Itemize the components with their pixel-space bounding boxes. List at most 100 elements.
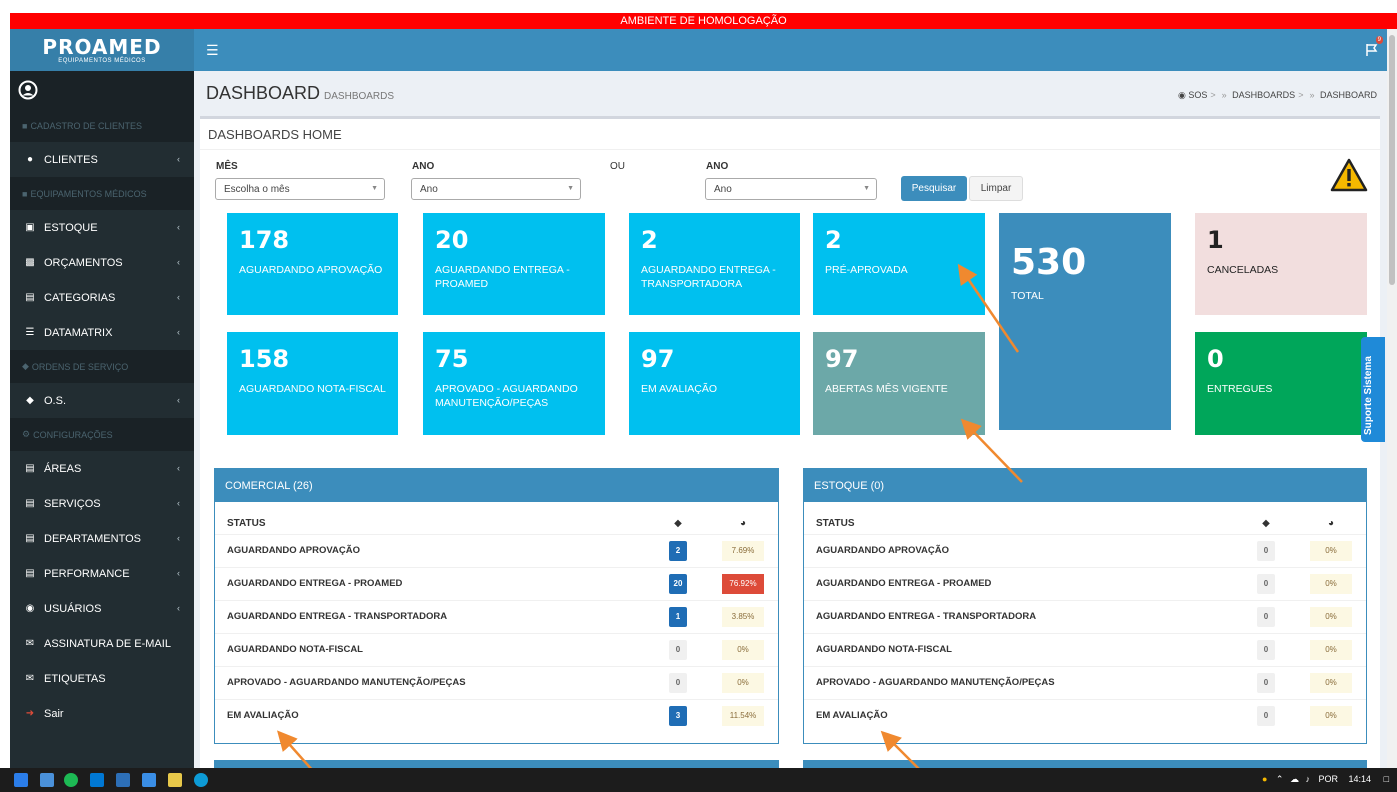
system-tray: ● ⌃ ☁ ♪ POR 14:14 □ [1262, 774, 1389, 785]
tile-label: AGUARDANDO ENTREGA - PROAMED [435, 264, 570, 290]
app-icon[interactable] [116, 773, 130, 787]
ano-select[interactable]: Ano ▼ [411, 178, 581, 200]
chevron-up-icon[interactable]: ⌃ [1276, 774, 1284, 784]
chevron-left-icon: ‹ [177, 603, 180, 613]
sidebar-item-departamentos[interactable]: ▤ DEPARTAMENTOS ‹ [10, 521, 194, 556]
tray-clock[interactable]: 14:14 [1349, 774, 1372, 784]
tile-number: 530 [1011, 242, 1087, 283]
count-badge: 0 [1257, 573, 1275, 594]
tile-total[interactable]: 530 TOTAL [999, 213, 1171, 430]
mes-select[interactable]: Escolha o mês ▼ [215, 178, 385, 200]
tile-label: EM AVALIAÇÃO [641, 383, 718, 395]
tile-number: 20 [435, 226, 469, 254]
sidebar-item-etiquetas[interactable]: ✉ ETIQUETAS [10, 661, 194, 696]
sidebar-item-servicos[interactable]: ▤ SERVIÇOS ‹ [10, 486, 194, 521]
page-scrollbar[interactable] [1387, 29, 1397, 768]
list-icon: ▤ [25, 533, 35, 544]
pie-chart-icon: ◕ [1327, 517, 1335, 529]
tile-em-avaliacao[interactable]: 97 EM AVALIAÇÃO [629, 332, 800, 435]
tile-aguardando-entrega-transportadora[interactable]: 2 AGUARDANDO ENTREGA - TRANSPORTADORA [629, 213, 800, 315]
user-panel[interactable] [10, 71, 194, 109]
sidebar-item-os[interactable]: ◆ O.S. ‹ [10, 383, 194, 418]
environment-banner-text: AMBIENTE DE HOMOLOGAÇÃO [10, 13, 1397, 29]
comercial-panel: COMERCIAL (26) STATUS ◆ ◕ AGUARDANDO APR… [214, 468, 779, 744]
count-badge: 0 [1257, 639, 1275, 660]
table-row[interactable]: AGUARDANDO APROVAÇÃO 2 7.69% [215, 533, 778, 567]
sidebar-item-categorias[interactable]: ▤ CATEGORIAS ‹ [10, 280, 194, 315]
tile-aprovado-aguardando-manutencao[interactable]: 75 APROVADO - AGUARDANDO MANUTENÇÃO/PEÇA… [423, 332, 605, 435]
sidebar-item-estoque[interactable]: ▣ ESTOQUE ‹ [10, 210, 194, 245]
tile-aguardando-entrega-proamed[interactable]: 20 AGUARDANDO ENTREGA - PROAMED [423, 213, 605, 315]
support-tab[interactable]: Suporte Sistema [1361, 337, 1385, 442]
tag-icon: ◆ [26, 395, 34, 406]
tag-small-icon: ◆ [22, 361, 29, 371]
filter-ano2-label: ANO [706, 161, 729, 172]
tile-abertas-mes-vigente[interactable]: 97 ABERTAS MÊS VIGENTE [813, 332, 985, 435]
table-row[interactable]: AGUARDANDO APROVAÇÃO 0 0% [804, 533, 1366, 567]
table-row[interactable]: APROVADO - AGUARDANDO MANUTENÇÃO/PEÇAS 0 0… [804, 665, 1366, 699]
menu-toggle-icon[interactable]: ☰ [206, 42, 219, 59]
percent-badge: 0% [1310, 540, 1352, 561]
table-row[interactable]: EM AVALIAÇÃO 3 11.54% [215, 698, 778, 732]
table-row[interactable]: AGUARDANDO NOTA-FISCAL 0 0% [215, 632, 778, 666]
sidebar-item-performance[interactable]: ▤ PERFORMANCE ‹ [10, 556, 194, 591]
tile-label: AGUARDANDO APROVAÇÃO [239, 264, 383, 276]
breadcrumb-item[interactable]: SOS [1188, 90, 1207, 100]
sidebar: PROAMED EQUIPAMENTOS MÉDICOS ■ CADASTRO D… [10, 29, 194, 768]
barcode-icon: ☰ [25, 327, 35, 338]
brand-logo[interactable]: PROAMED EQUIPAMENTOS MÉDICOS [10, 29, 194, 71]
speaker-icon[interactable]: ♪ [1305, 774, 1310, 784]
table-header: STATUS ◆ ◕ [215, 512, 778, 534]
tile-canceladas[interactable]: 1 CANCELADAS [1195, 213, 1367, 315]
breadcrumb-item[interactable]: DASHBOARDS [1232, 90, 1295, 100]
ano2-select[interactable]: Ano ▼ [705, 178, 877, 200]
sidebar-item-usuarios[interactable]: ◉ USUÁRIOS ‹ [10, 591, 194, 626]
sidebar-item-assinatura[interactable]: ✉ ASSINATURA DE E-MAIL [10, 626, 194, 661]
tray-lang[interactable]: POR [1318, 774, 1338, 784]
sidebar-item-label: DEPARTAMENTOS [44, 532, 141, 545]
list-icon: ▤ [25, 292, 35, 303]
brand-tagline: EQUIPAMENTOS MÉDICOS [58, 57, 146, 64]
table-row[interactable]: AGUARDANDO NOTA-FISCAL 0 0% [804, 632, 1366, 666]
edge-icon[interactable] [194, 773, 208, 787]
tile-label: APROVADO - AGUARDANDO MANUTENÇÃO/PEÇAS [435, 383, 578, 409]
spotify-icon[interactable] [64, 773, 78, 787]
sidebar-item-sair[interactable]: ➜ Sair [10, 696, 194, 731]
table-row[interactable]: EM AVALIAÇÃO 0 0% [804, 698, 1366, 732]
sidebar-item-areas[interactable]: ▤ ÁREAS ‹ [10, 451, 194, 486]
ie-icon[interactable] [14, 773, 28, 787]
percent-badge: 0% [1310, 573, 1352, 594]
flag-icon[interactable] [1365, 43, 1379, 57]
scrollbar-thumb[interactable] [1389, 35, 1395, 285]
clear-button[interactable]: Limpar [969, 176, 1023, 201]
sidebar-item-clientes[interactable]: ● CLIENTES ‹ [10, 142, 194, 177]
notifications-icon[interactable]: □ [1384, 774, 1389, 784]
tile-label: ABERTAS MÊS VIGENTE [825, 383, 948, 395]
app-icon[interactable] [40, 773, 54, 787]
notepad-icon[interactable] [168, 773, 182, 787]
list-icon: ▤ [25, 463, 35, 474]
app-icon[interactable] [142, 773, 156, 787]
table-row[interactable]: AGUARDANDO ENTREGA - PROAMED 0 0% [804, 566, 1366, 600]
count-badge: 0 [1257, 606, 1275, 627]
sidebar-item-datamatrix[interactable]: ☰ DATAMATRIX ‹ [10, 315, 194, 350]
breadcrumb: ◉ SOS >» DASHBOARDS >» DASHBOARD [1177, 90, 1377, 100]
warning-icon[interactable] [1330, 158, 1368, 192]
sidebar-item-orcamentos[interactable]: ▩ ORÇAMENTOS ‹ [10, 245, 194, 280]
search-button[interactable]: Pesquisar [901, 176, 967, 201]
cloud-icon[interactable]: ☁ [1290, 774, 1299, 784]
table-row[interactable]: AGUARDANDO ENTREGA - TRANSPORTADORA 0 0% [804, 599, 1366, 633]
sidebar-item-label: ESTOQUE [44, 221, 98, 234]
tile-entregues[interactable]: 0 ENTREGUES [1195, 332, 1367, 435]
outlook-icon[interactable] [90, 773, 104, 787]
tile-pre-aprovada[interactable]: 2 PRÉ-APROVADA [813, 213, 985, 315]
table-row[interactable]: APROVADO - AGUARDANDO MANUTENÇÃO/PEÇAS 0 0… [215, 665, 778, 699]
tile-aguardando-aprovacao[interactable]: 178 AGUARDANDO APROVAÇÃO [227, 213, 398, 315]
table-row[interactable]: AGUARDANDO ENTREGA - TRANSPORTADORA 1 3.85… [215, 599, 778, 633]
tile-aguardando-nota-fiscal[interactable]: 158 AGUARDANDO NOTA-FISCAL [227, 332, 398, 435]
tile-number: 178 [239, 226, 290, 254]
chevron-left-icon: ‹ [177, 395, 180, 405]
tile-number: 1 [1207, 226, 1224, 254]
filter-mes-label: MÊS [216, 161, 238, 172]
table-row[interactable]: AGUARDANDO ENTREGA - PROAMED 20 76.92% [215, 566, 778, 600]
